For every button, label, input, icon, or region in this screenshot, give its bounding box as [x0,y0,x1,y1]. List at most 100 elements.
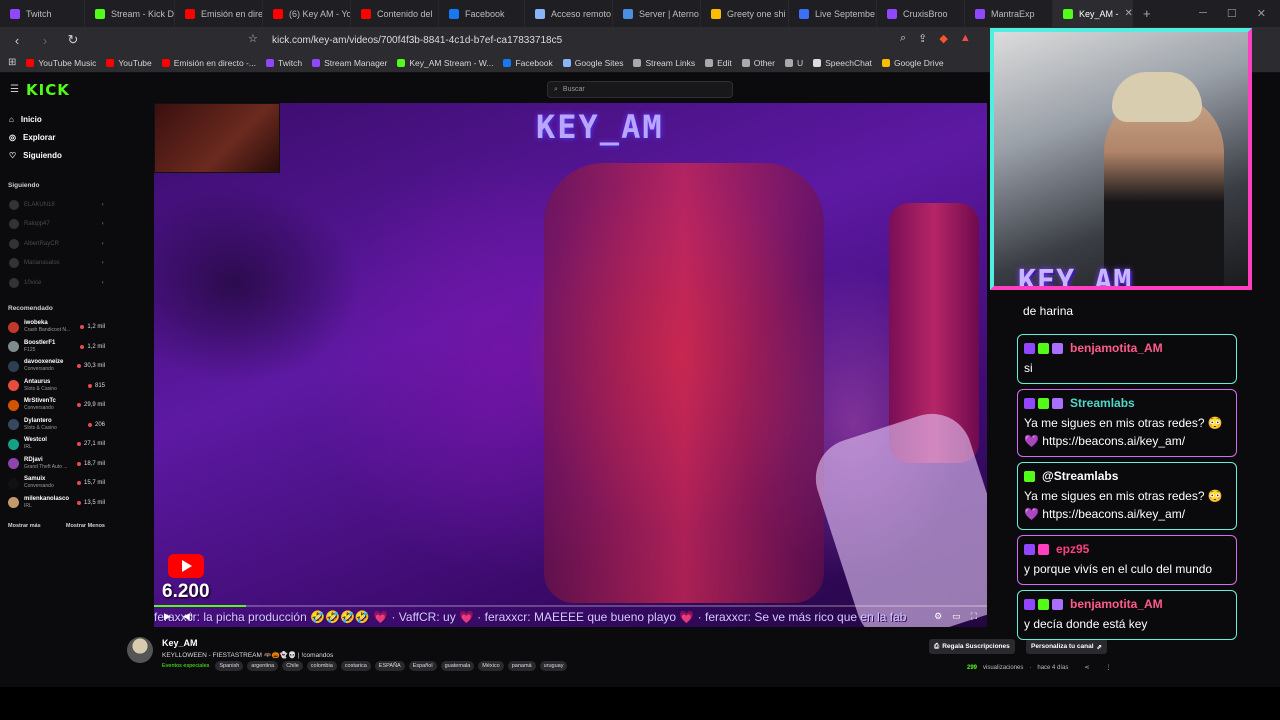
recommended-item[interactable]: BoostlerF1 F125 1,2 mil [0,337,113,357]
tag-chip[interactable]: costarica [340,661,371,671]
tag-chip[interactable]: uruguay [539,661,568,671]
browser-tab[interactable]: Emisión en dire [175,0,263,27]
youtube-icon [168,554,204,578]
more-options-icon[interactable]: ⋮ [1105,664,1111,671]
kick-logo[interactable]: KICK [26,81,70,99]
recommended-name: Dylantero [24,417,52,424]
bookmark-item[interactable]: Twitch [265,58,302,68]
tag-chip[interactable]: argentina [247,661,279,671]
browser-tab[interactable]: Server | Aterno [613,0,701,27]
share-icon[interactable]: ⋖ [1084,664,1089,671]
volume-icon[interactable]: ◀) [183,611,193,622]
nav-inicio[interactable]: ⌂ Inicio [0,110,113,128]
recommended-item[interactable]: MrStivenTc Conversando 29,9 mil [0,396,113,416]
bookmark-favicon-icon [813,58,822,67]
tag-chip[interactable]: México [478,661,504,671]
share-icon[interactable]: ⇪ [918,32,927,45]
bookmark-favicon-icon [106,58,115,67]
browser-tab[interactable]: Greety one shi [701,0,789,27]
bookmark-item[interactable]: Stream Links [633,58,695,68]
maximize-icon[interactable]: ☐ [1227,7,1237,20]
channel-name[interactable]: Key_AM [162,638,198,648]
settings-icon[interactable]: ⚙ [934,611,942,622]
browser-tab[interactable]: CruxisBroo [877,0,965,27]
tab-favicon-icon [449,8,459,19]
video-progress-bar[interactable] [154,605,987,607]
brave-shield-icon[interactable]: ◆ [939,32,947,45]
following-item[interactable]: Marianasalos ◐ [0,254,113,274]
tag-chip[interactable]: Español [408,661,437,671]
recommended-item[interactable]: milenkanolasco IRL 13,5 mil [0,493,113,513]
browser-tab[interactable]: Key_AM - ✕ [1053,0,1133,27]
browser-tab[interactable]: (6) Key AM - Yo [263,0,351,27]
recommended-item[interactable]: Antaurus Slots & Casino 815 [0,376,113,396]
show-more-button[interactable]: Mostrar más [8,523,41,529]
recommended-name: BoostlerF1 [24,339,56,346]
bookmark-item[interactable]: YouTube Music [26,58,96,68]
recommended-item[interactable]: iwobeka Crash Bandicoot N... 1,2 mil [0,318,113,338]
tag-chip[interactable]: Chile [282,661,303,671]
tag-chip[interactable]: Spanish [215,661,244,671]
address-bar[interactable]: kick.com/key-am/videos/700f4f3b-8841-4c1… [268,30,988,50]
tag-chip[interactable]: colombia [306,661,337,671]
forward-icon[interactable]: › [36,33,54,48]
browser-tab[interactable]: Acceso remoto [525,0,613,27]
recommended-item[interactable]: RDjavi Grand Theft Auto ... 18,7 mil [0,454,113,474]
browser-tab[interactable]: MantraExp [965,0,1053,27]
recommended-item[interactable]: Samuix Conversando 15,7 mil [0,474,113,494]
following-item[interactable]: Ralopp47 ◐ [0,215,113,235]
recommended-category: Conversando [24,405,54,412]
browser-tab[interactable]: Facebook [439,0,525,27]
recommended-item[interactable]: Westcol IRL 27,1 mil [0,435,113,455]
recommended-item[interactable]: Dylantero Slots & Casino 206 [0,415,113,435]
bookmark-item[interactable]: SpeechChat [813,58,872,68]
video-player[interactable]: KEY_AM 6.200 feraxxcr: la picha producci… [154,103,987,627]
category-link[interactable]: Eventos especiales [162,663,209,669]
apps-grid-icon[interactable]: ⊞ [8,57,16,68]
nav-siguiendo[interactable]: ♡ Siguiendo [0,146,113,164]
bookmark-item[interactable]: Stream Manager [312,58,387,68]
close-window-icon[interactable]: ✕ [1257,7,1266,20]
menu-icon[interactable]: ☰ [10,84,19,95]
following-name: Ralopp47 [24,221,50,228]
minimize-icon[interactable]: ─ [1199,7,1207,20]
theater-icon[interactable]: ▭ [952,611,961,622]
browser-tab[interactable]: Stream - Kick D [85,0,175,27]
following-item[interactable]: ELAKUN18 ◐ [0,195,113,215]
browser-tab[interactable]: Contenido del [351,0,439,27]
bookmark-item[interactable]: Google Drive [881,58,944,68]
fullscreen-icon[interactable]: ⛶ [971,611,977,622]
following-item[interactable]: 10vice ◐ [0,273,113,293]
bookmark-item[interactable]: U [785,58,803,68]
search-input[interactable]: ⌕ Buscar [547,81,733,98]
bookmark-star-icon[interactable]: ☆ [248,32,258,45]
browser-tab[interactable]: Twitch [0,0,85,27]
show-less-button[interactable]: Mostrar Menos [66,523,105,529]
player-controls-right: ⚙ ▭ ⛶ [934,611,977,622]
bookmark-item[interactable]: YouTube [106,58,152,68]
tag-chip[interactable]: panamá [507,661,536,671]
browser-tab[interactable]: Live Septembe [789,0,877,27]
bookmark-item[interactable]: Google Sites [562,58,623,68]
new-tab-icon[interactable]: + [1133,6,1161,21]
nav-explorar[interactable]: ◎ Explorar [0,128,113,146]
bookmark-item[interactable]: Other [741,58,775,68]
close-tab-icon[interactable]: ✕ [1125,8,1132,19]
following-title: Siguiendo [8,182,40,189]
back-icon[interactable]: ‹ [8,33,26,48]
reload-icon[interactable]: ↻ [64,32,82,48]
zoom-icon[interactable]: ⌕ [900,32,906,45]
bookmark-item[interactable]: Key_AM Stream - W... [397,58,493,68]
play-icon[interactable]: ▶ [164,611,171,622]
bookmark-item[interactable]: Facebook [503,58,553,68]
tab-favicon-icon [623,8,633,19]
bookmark-item[interactable]: Emisión en directo -... [161,58,256,68]
following-item[interactable]: AlbertRayCR ◐ [0,234,113,254]
rewards-icon[interactable]: ▲ [960,32,971,45]
gift-subs-button[interactable]: ⎙ Regala Suscripciones [929,639,1015,654]
channel-avatar[interactable] [127,637,153,663]
recommended-item[interactable]: davooxeneize Conversando 30,3 mil [0,357,113,377]
tag-chip[interactable]: guatemala [440,661,475,671]
tag-chip[interactable]: ESPAÑA [374,661,405,671]
bookmark-item[interactable]: Edit [705,58,732,68]
